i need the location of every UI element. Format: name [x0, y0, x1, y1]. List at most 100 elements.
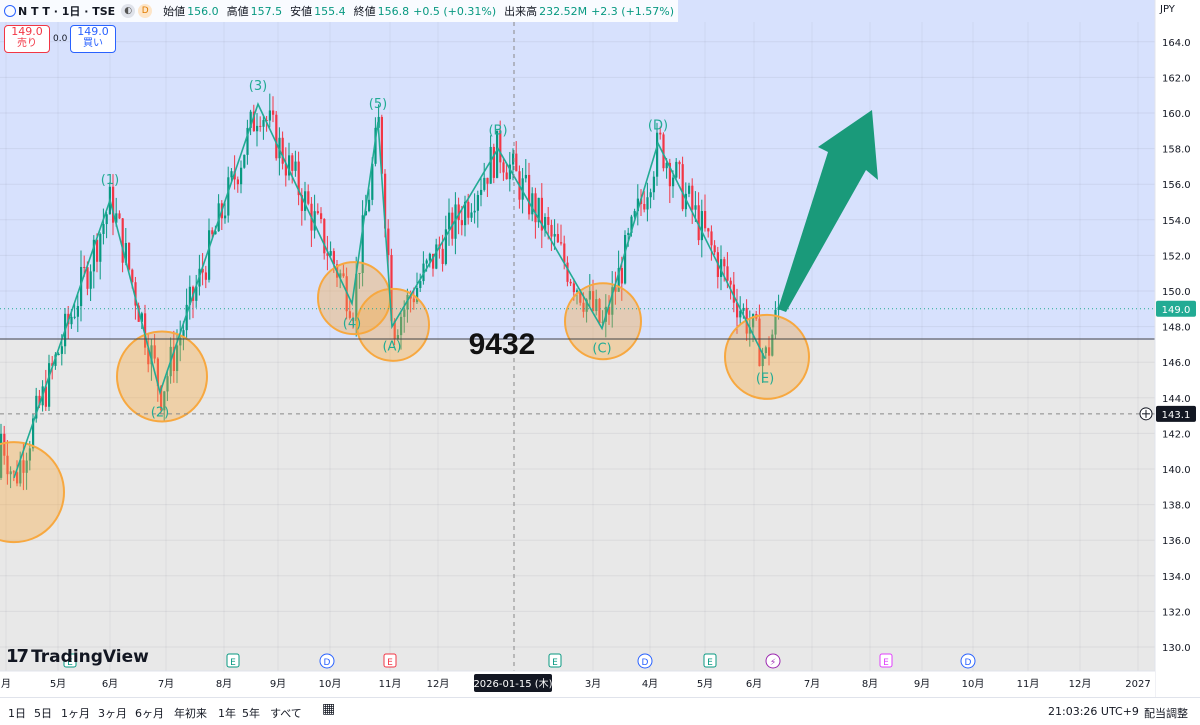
- y-tick-label: 150.0: [1162, 287, 1191, 298]
- crosshair-price-label: 143.1: [1162, 410, 1191, 421]
- candle-body: [729, 280, 732, 285]
- candle-body: [204, 272, 207, 280]
- event-marker-label: D: [324, 658, 331, 668]
- timeframe-6m[interactable]: 6ヶ月: [135, 705, 164, 721]
- y-tick-label: 162.0: [1162, 73, 1191, 84]
- symbol-title[interactable]: N T T · 1日 · TSE: [18, 3, 115, 19]
- x-tick-label: 月: [1, 678, 11, 690]
- candle-body: [448, 212, 451, 230]
- x-tick-label: 3月: [585, 678, 601, 690]
- wave-label: (4): [343, 316, 361, 331]
- event-marker-label: E: [883, 658, 889, 668]
- volume-value: 232.52M: [539, 4, 588, 18]
- tv-logo-icon: 17: [6, 646, 29, 667]
- candle-body: [694, 205, 697, 210]
- candle-body: [531, 193, 534, 215]
- candle-body: [710, 231, 713, 246]
- x-tick-label: 12月: [427, 678, 450, 690]
- eye-icon[interactable]: ◐: [121, 4, 136, 18]
- dividend-adjust-button[interactable]: 配当調整: [1144, 705, 1188, 721]
- candle-body: [691, 185, 694, 210]
- candle-body: [643, 203, 646, 210]
- calendar-icon[interactable]: ▦: [322, 701, 335, 717]
- price-chart[interactable]: (1) (2) (3) (4) (5) (A) (B) (C) (D) (E) 9432 E E D E…: [0, 0, 1200, 724]
- timeframe-5d[interactable]: 5日: [34, 705, 52, 721]
- candle-body: [240, 167, 243, 185]
- timeframe-1y[interactable]: 1年: [218, 705, 236, 721]
- timeframe-1d[interactable]: 1日: [8, 705, 26, 721]
- x-tick-label: 11月: [379, 678, 402, 690]
- currency-label[interactable]: JPY: [1160, 4, 1175, 15]
- candle-body: [700, 211, 703, 241]
- spread-value: 0.0: [53, 34, 68, 44]
- candle-body: [60, 346, 63, 354]
- candle-body: [105, 214, 108, 225]
- candle-body: [707, 228, 710, 232]
- candle-body: [121, 218, 124, 263]
- candle-body: [425, 260, 428, 264]
- timeframe-1m[interactable]: 1ヶ月: [61, 705, 90, 721]
- candle-body: [502, 162, 505, 173]
- y-tick-label: 138.0: [1162, 501, 1191, 512]
- candle-body: [528, 174, 531, 215]
- wave-label: (E): [756, 372, 774, 387]
- candle-body: [505, 172, 508, 180]
- x-tick-label: 4月: [642, 678, 658, 690]
- candle-body: [652, 176, 655, 193]
- x-tick-label: 10月: [319, 678, 342, 690]
- x-tick-label: 10月: [962, 678, 985, 690]
- candle-body: [275, 114, 278, 159]
- sell-button[interactable]: 149.0 売り: [4, 25, 50, 53]
- y-tick-label: 158.0: [1162, 145, 1191, 156]
- high-value: 157.5: [250, 4, 283, 18]
- candle-body: [646, 197, 649, 210]
- candle-body: [563, 243, 566, 263]
- candle-body: [272, 110, 275, 115]
- event-marker-label: D: [642, 658, 649, 668]
- x-tick-label: 8月: [862, 678, 878, 690]
- timeframe-ytd[interactable]: 年初来: [174, 705, 207, 721]
- sell-label: 売り: [17, 38, 37, 49]
- candle-body: [227, 177, 230, 216]
- y-tick-label: 132.0: [1162, 607, 1191, 618]
- candle-body: [291, 155, 294, 171]
- candle-body: [627, 232, 630, 235]
- candle-body: [419, 281, 422, 288]
- candle-body: [102, 224, 105, 234]
- mode-badge[interactable]: D: [138, 4, 153, 18]
- open-value: 156.0: [187, 4, 219, 18]
- watermark: 9432: [469, 328, 536, 361]
- x-tick-label: 5月: [50, 678, 66, 690]
- wave-label: (1): [101, 173, 119, 188]
- wave-label: (A): [382, 340, 401, 355]
- clock[interactable]: 21:03:26 UTC+9: [1048, 705, 1139, 718]
- candle-body: [489, 146, 492, 184]
- candle-body: [681, 164, 684, 210]
- candle-body: [492, 146, 495, 178]
- x-tick-label: 12月: [1069, 678, 1092, 690]
- tradingview-logo[interactable]: 17 TradingView: [6, 646, 149, 667]
- y-tick-label: 154.0: [1162, 216, 1191, 227]
- candle-body: [656, 132, 659, 177]
- timeframe-all[interactable]: すべて: [270, 705, 302, 721]
- wave-label: (C): [592, 341, 611, 356]
- candle-body: [86, 267, 89, 289]
- low-label: 安値: [290, 5, 313, 18]
- timeframe-3m[interactable]: 3ヶ月: [98, 705, 127, 721]
- event-marker-label: ⚡: [770, 658, 776, 668]
- wave-label: (B): [488, 124, 507, 139]
- candle-body: [208, 230, 211, 280]
- candle-body: [99, 233, 102, 262]
- brand-name: TradingView: [31, 646, 149, 667]
- candle-body: [675, 161, 678, 178]
- y-axis[interactable]: [1155, 0, 1200, 697]
- candle-body: [460, 220, 463, 226]
- candle-body: [704, 211, 707, 229]
- y-tick-label: 134.0: [1162, 572, 1191, 583]
- last-price-label: 149.0: [1162, 305, 1191, 316]
- candle-body: [243, 154, 246, 168]
- buy-button[interactable]: 149.0 買い: [70, 25, 116, 53]
- timeframe-5y[interactable]: 5年: [242, 705, 260, 721]
- candle-body: [211, 230, 214, 235]
- candle-body: [236, 179, 239, 185]
